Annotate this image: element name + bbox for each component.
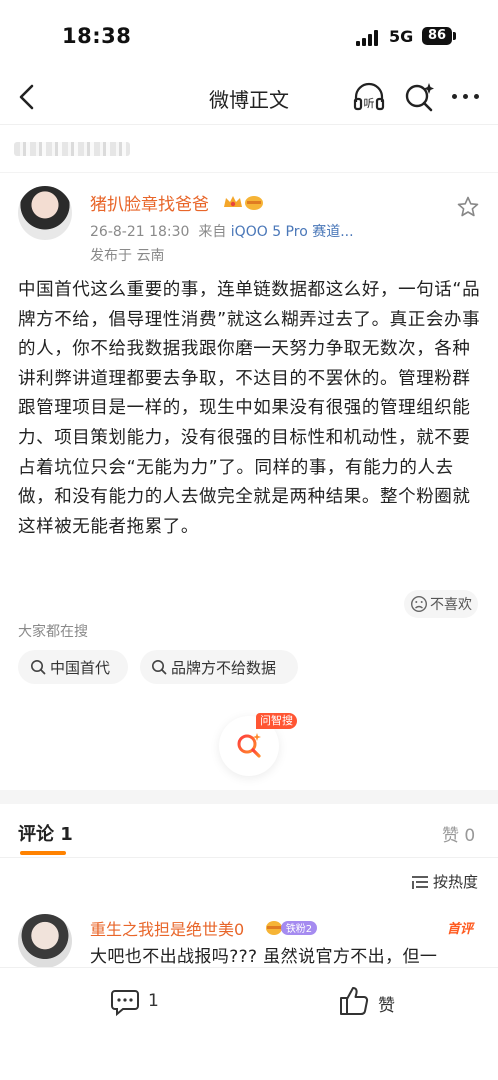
comment-bubble-icon[interactable] [110,987,140,1017]
search-chip-1-label: 中国首代 [50,659,111,677]
section-divider [0,790,498,804]
network-type: 5G [389,27,414,46]
search-chip-2-label: 品牌方不给数据 [171,659,277,677]
ai-search-tag: 问智搜 [256,713,297,729]
crown-badge-icon [224,196,263,210]
commenter-name[interactable]: 重生之我担是绝世美0 [90,916,244,940]
post-meta: 26-8-21 18:30 来自 iQOO 5 Pro 赛道... [90,221,354,241]
banner-divider [0,172,498,173]
hot-search-label: 大家都在搜 [18,624,88,640]
nav-divider [0,124,498,125]
post-location: 发布于 云南 [90,248,165,264]
cellular-signal-icon [356,30,382,46]
comment-count[interactable]: 1 [148,991,159,1011]
comment-text: 大吧也不出战报吗??? 虽然说官方不出，但一 [90,947,438,967]
thumbs-up-icon[interactable] [338,985,370,1017]
tabs-divider [0,857,498,858]
like-label[interactable]: 赞 [378,991,395,1016]
ai-search-icon[interactable] [402,80,436,114]
author-name[interactable]: 猪扒脸章找爸爸 [90,190,209,215]
ai-magnifier-icon [237,733,261,758]
fan-badge-label: 铁粉2 [286,922,312,935]
search-icon [152,660,167,675]
status-time: 18:38 [62,24,132,48]
tab-comments[interactable]: 评论 1 [18,820,73,846]
author-avatar[interactable] [18,186,72,240]
blurred-banner [14,142,130,156]
bottom-action-bar [0,968,498,1080]
sad-face-icon [410,595,428,613]
post-body-text: 中国首代这么重要的事，连单链数据都这么好，一句话“品牌方不给，倡导理性消费”就这… [18,280,481,537]
battery-tip [453,32,456,40]
more-options-icon[interactable] [450,94,482,100]
star-favorite-icon[interactable] [456,195,480,219]
commenter-avatar[interactable] [18,914,72,968]
sort-icon[interactable] [411,874,429,890]
post-from: 来自 [198,224,227,240]
tab-comments-indicator [20,851,66,855]
fan-level-badge: 铁粉2 [266,921,317,935]
post-device[interactable]: iQOO 5 Pro 赛道... [231,224,354,240]
first-comment-tag: 首评 [447,922,474,937]
post-date: 26-8-21 18:30 [90,224,190,240]
listen-icon-label: 听 [364,97,375,110]
listen-headphones-icon[interactable]: 听 [352,80,386,114]
dislike-label: 不喜欢 [430,597,472,613]
sort-by-hot[interactable]: 按热度 [433,871,478,892]
search-icon [31,660,46,675]
tab-likes[interactable]: 赞 0 [442,821,475,846]
battery-icon: 86 [422,27,452,45]
